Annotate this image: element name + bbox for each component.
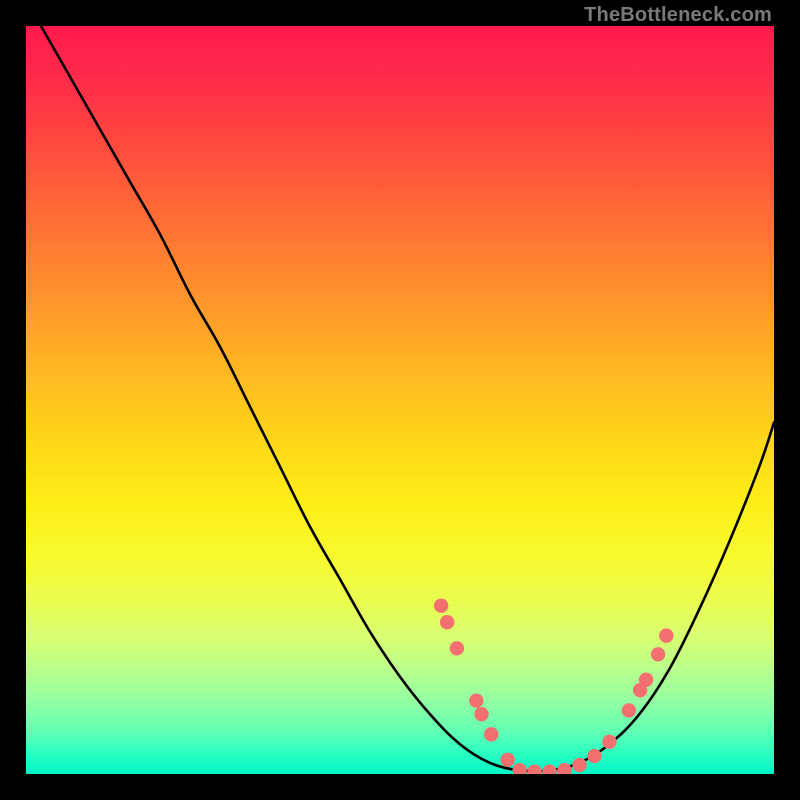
data-dot bbox=[434, 599, 448, 613]
data-dot bbox=[450, 641, 464, 655]
data-dot bbox=[469, 693, 483, 707]
chart-svg bbox=[26, 26, 774, 774]
data-dot bbox=[557, 763, 571, 774]
data-dot bbox=[512, 763, 526, 774]
data-dots-group bbox=[434, 599, 674, 775]
data-dot bbox=[474, 707, 488, 721]
data-dot bbox=[572, 758, 586, 772]
data-dot bbox=[651, 647, 665, 661]
chart-frame: TheBottleneck.com bbox=[0, 0, 800, 800]
plot-area bbox=[26, 26, 774, 774]
watermark-text: TheBottleneck.com bbox=[584, 4, 772, 27]
data-dot bbox=[587, 749, 601, 763]
data-dot bbox=[440, 615, 454, 629]
bottleneck-curve bbox=[41, 26, 774, 771]
data-dot bbox=[659, 628, 673, 642]
data-dot bbox=[484, 727, 498, 741]
data-dot bbox=[602, 735, 616, 749]
data-dot bbox=[501, 753, 515, 767]
data-dot bbox=[527, 765, 541, 774]
data-dot bbox=[622, 703, 636, 717]
data-dot bbox=[639, 673, 653, 687]
data-dot bbox=[542, 765, 556, 774]
